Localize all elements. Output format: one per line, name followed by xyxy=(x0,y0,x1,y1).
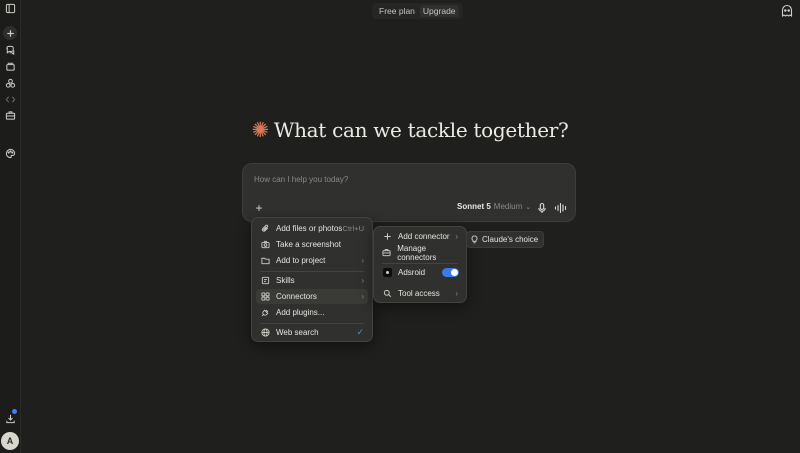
globe-icon xyxy=(260,328,270,338)
menu-item-manage-connectors[interactable]: Manage connectors xyxy=(378,244,462,262)
toolbox-icon xyxy=(382,248,391,258)
projects-icon[interactable] xyxy=(3,59,17,73)
artifacts-icon[interactable] xyxy=(3,76,17,90)
plan-banner: Free plan Upgrade xyxy=(372,3,463,19)
add-content-menu: Add files or photos Ctrl+U Take a screen… xyxy=(251,217,373,342)
menu-item-take-screenshot[interactable]: Take a screenshot xyxy=(256,237,368,252)
claude-star-icon: ✺ xyxy=(251,118,270,142)
menu-item-tool-access[interactable]: Tool access › xyxy=(378,286,462,301)
search-icon xyxy=(382,289,392,299)
connectors-submenu: Add connector › Manage connectors Adsroi… xyxy=(373,226,467,303)
sidebar: A xyxy=(0,0,21,453)
menu-item-add-to-project[interactable]: Add to project › xyxy=(256,253,368,268)
voice-mode-icon[interactable] xyxy=(554,201,568,214)
menu-divider xyxy=(260,271,364,272)
chevron-right-icon: › xyxy=(361,292,364,301)
chat-composer[interactable]: How can I help you today? + Sonnet 5 Med… xyxy=(242,163,576,222)
model-name: Sonnet 5 xyxy=(457,202,491,211)
code-icon[interactable] xyxy=(3,92,17,106)
skills-icon xyxy=(260,276,270,286)
chevron-right-icon: › xyxy=(455,289,458,298)
menu-divider xyxy=(382,263,458,264)
microphone-icon[interactable] xyxy=(536,201,548,213)
folder-icon xyxy=(260,256,270,266)
chevron-right-icon: › xyxy=(361,256,364,265)
claudes-choice-label: Claude's choice xyxy=(482,235,539,244)
heading-text: What can we tackle together? xyxy=(273,118,569,142)
menu-item-connectors[interactable]: Connectors › xyxy=(256,289,368,304)
add-content-button[interactable]: + xyxy=(252,201,266,215)
notification-dot xyxy=(12,409,17,414)
menu-item-skills[interactable]: Skills › xyxy=(256,273,368,288)
avatar[interactable]: A xyxy=(1,432,19,450)
message-input[interactable]: How can I help you today? xyxy=(254,175,348,184)
model-selector[interactable]: Sonnet 5 Medium ⌄ xyxy=(457,202,531,211)
connectors-icon xyxy=(260,292,270,302)
lightbulb-icon xyxy=(470,235,479,244)
plan-label: Free plan xyxy=(379,6,415,16)
adsroid-app-icon xyxy=(382,268,392,278)
menu-divider xyxy=(260,323,364,324)
model-mode: Medium xyxy=(493,202,523,211)
camera-icon xyxy=(260,240,270,250)
incognito-icon[interactable] xyxy=(780,4,794,18)
chats-icon[interactable] xyxy=(3,43,17,57)
adsroid-toggle[interactable] xyxy=(442,268,459,277)
shortcut-label: Ctrl+U xyxy=(342,224,364,233)
menu-item-add-files[interactable]: Add files or photos Ctrl+U xyxy=(256,221,368,236)
new-chat-icon[interactable] xyxy=(3,26,17,40)
sidebar-toggle-icon[interactable] xyxy=(3,1,17,15)
menu-item-add-plugins[interactable]: Add plugins... xyxy=(256,305,368,320)
upgrade-button[interactable]: Upgrade xyxy=(419,5,459,17)
chevron-right-icon: › xyxy=(455,232,458,241)
paperclip-icon xyxy=(260,224,270,234)
menu-item-adsroid[interactable]: Adsroid xyxy=(378,265,462,280)
menu-item-add-connector[interactable]: Add connector › xyxy=(378,229,462,244)
page-title: ✺ What can we tackle together? xyxy=(0,118,800,142)
chevron-down-icon: ⌄ xyxy=(525,203,532,211)
palette-icon[interactable] xyxy=(3,146,17,160)
plus-icon xyxy=(382,232,392,242)
menu-item-web-search[interactable]: Web search ✓ xyxy=(256,325,368,340)
chevron-right-icon: › xyxy=(361,276,364,285)
claudes-choice-chip[interactable]: Claude's choice xyxy=(466,231,545,248)
checkmark-icon: ✓ xyxy=(356,327,364,337)
plug-icon xyxy=(260,308,270,318)
